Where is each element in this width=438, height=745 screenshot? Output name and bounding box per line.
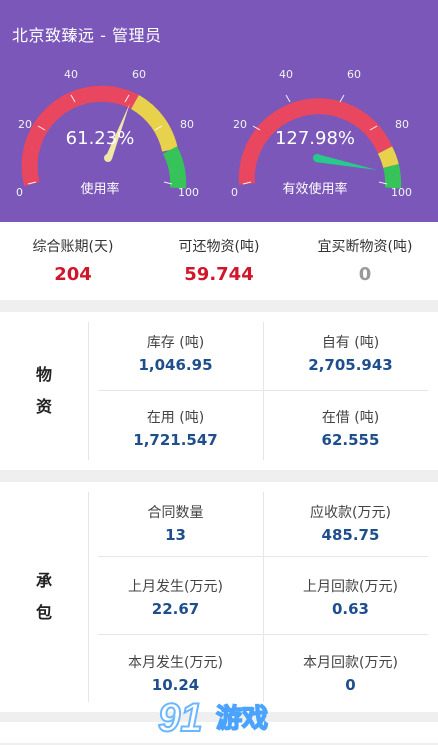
site-watermark-logo: 91 游戏 91danji.com xyxy=(157,695,328,742)
summary-bar: 综合账期(天) 204 可还物资(吨) 59.744 宜买断物资(吨) 0 xyxy=(0,222,438,300)
cell-value: 1,721.547 xyxy=(133,431,218,449)
cell-label: 应收款(万元) xyxy=(310,505,391,521)
materials-grid: 库存 (吨) 1,046.95 自有 (吨) 2,705.943 在用 (吨) … xyxy=(88,312,438,470)
contract-this-month-incurred[interactable]: 本月发生(万元) 10.24 xyxy=(88,652,263,694)
materials-stock[interactable]: 库存 (吨) 1,046.95 xyxy=(88,332,263,374)
usage-gauge: 0 20 40 60 80 100 61.23% 使用率 xyxy=(0,58,200,218)
cell-value: 62.555 xyxy=(321,431,380,449)
watermark-logo-art: 91 游戏 91danji.com xyxy=(157,695,273,742)
usage-tick-60: 60 xyxy=(132,68,146,81)
materials-in-use[interactable]: 在用 (吨) 1,721.547 xyxy=(88,407,263,449)
gauges: 0 20 40 60 80 100 61.23% 使用率 0 20 40 60 … xyxy=(0,58,438,218)
contract-receivable[interactable]: 应收款(万元) 485.75 xyxy=(263,502,438,544)
effective-gauge-hub xyxy=(313,154,321,162)
summary-value: 59.744 xyxy=(184,264,254,285)
cell-value: 22.67 xyxy=(151,600,200,618)
cell-value: 10.24 xyxy=(151,676,200,694)
materials-section-label-box: 物资 xyxy=(0,312,88,470)
usage-gauge-hub xyxy=(104,154,112,162)
effective-usage-label: 有效使用率 xyxy=(282,182,348,197)
contract-last-month-collected[interactable]: 上月回款(万元) 0.63 xyxy=(263,576,438,618)
svg-text:91danji.com: 91danji.com xyxy=(218,732,273,741)
materials-section-label: 物资 xyxy=(35,365,52,416)
contract-section-label: 承包 xyxy=(35,571,52,622)
contract-card: 承包 合同数量 13 应收款(万元) 485.75 上月发生(万元) 22.67… xyxy=(0,482,438,712)
cell-label: 合同数量 xyxy=(147,505,204,521)
cell-label: 在借 (吨) xyxy=(321,410,380,426)
cell-value: 485.75 xyxy=(321,526,380,544)
cell-label: 上月回款(万元) xyxy=(303,579,398,595)
materials-owned[interactable]: 自有 (吨) 2,705.943 xyxy=(263,332,438,374)
cell-label: 本月回款(万元) xyxy=(303,655,398,671)
cell-value: 13 xyxy=(165,526,186,544)
effective-gauge-needle xyxy=(315,154,377,170)
summary-label: 可还物资(吨) xyxy=(178,239,260,255)
effective-usage-gauge: 0 20 40 60 80 100 127.98% 有效使用率 xyxy=(215,58,415,218)
contract-this-month-collected[interactable]: 本月回款(万元) 0 xyxy=(263,652,438,694)
summary-value: 204 xyxy=(54,264,92,285)
summary-value: 0 xyxy=(358,264,372,285)
effective-usage-value: 127.98% xyxy=(274,128,356,149)
summary-item-buyout-material[interactable]: 宜买断物资(吨) 0 xyxy=(292,236,438,285)
summary-item-account-period[interactable]: 综合账期(天) 204 xyxy=(0,236,146,285)
divider xyxy=(98,390,428,391)
cell-value: 0.63 xyxy=(331,600,369,618)
usage-tick-40: 40 xyxy=(64,68,78,81)
summary-label: 宜买断物资(吨) xyxy=(317,239,413,255)
cell-label: 在用 (吨) xyxy=(146,410,205,426)
svg-text:游戏: 游戏 xyxy=(216,704,268,734)
materials-card: 物资 库存 (吨) 1,046.95 自有 (吨) 2,705.943 在用 (… xyxy=(0,312,438,470)
materials-on-loan[interactable]: 在借 (吨) 62.555 xyxy=(263,407,438,449)
cell-label: 上月发生(万元) xyxy=(128,579,223,595)
svg-text:91: 91 xyxy=(158,696,203,740)
summary-label: 综合账期(天) xyxy=(32,239,114,255)
divider xyxy=(98,634,428,635)
usage-label: 使用率 xyxy=(80,182,120,197)
usage-value: 61.23% xyxy=(65,128,135,149)
effective-tick-60: 60 xyxy=(347,68,361,81)
effective-gauge-arc-yellow xyxy=(377,146,399,169)
cell-value: 1,046.95 xyxy=(138,356,213,374)
cell-label: 自有 (吨) xyxy=(321,335,380,351)
effective-tick-40: 40 xyxy=(279,68,293,81)
cell-value: 2,705.943 xyxy=(308,356,393,374)
divider xyxy=(98,556,428,557)
cell-value: 0 xyxy=(345,676,356,694)
contract-section-label-box: 承包 xyxy=(0,482,88,712)
cell-label: 本月发生(万元) xyxy=(128,655,223,671)
page-title: 北京致臻远 - 管理员 xyxy=(12,26,162,45)
contract-grid: 合同数量 13 应收款(万元) 485.75 上月发生(万元) 22.67 上月… xyxy=(88,482,438,712)
header: 北京致臻远 - 管理员 0 20 40 60 80 100 61.23% 使用率… xyxy=(0,0,438,222)
contract-last-month-incurred[interactable]: 上月发生(万元) 22.67 xyxy=(88,576,263,618)
contract-count[interactable]: 合同数量 13 xyxy=(88,502,263,544)
summary-item-returnable-material[interactable]: 可还物资(吨) 59.744 xyxy=(146,236,292,285)
cell-label: 库存 (吨) xyxy=(146,335,205,351)
